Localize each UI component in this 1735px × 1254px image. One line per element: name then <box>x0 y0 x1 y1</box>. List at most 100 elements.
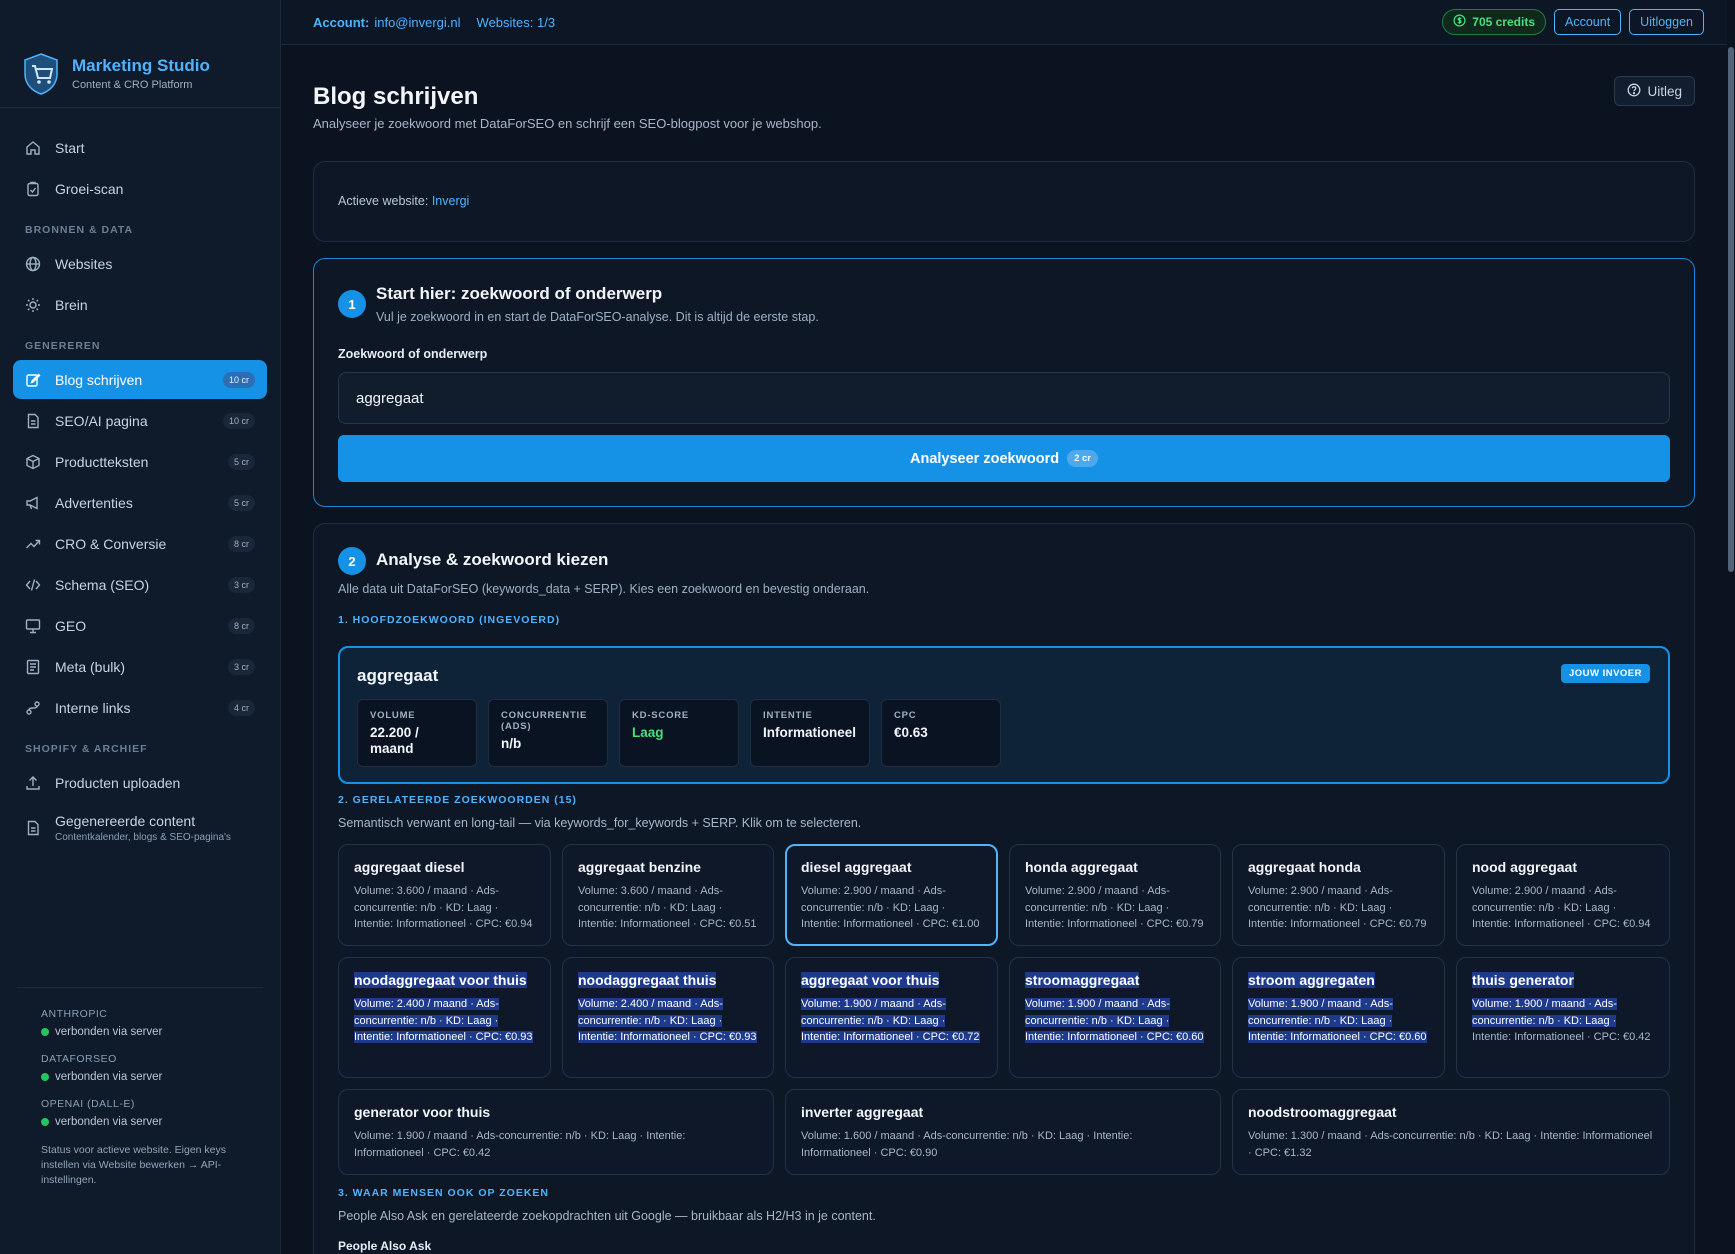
metric-label: CONCURRENTIE (ADS) <box>501 710 588 732</box>
credit-badge: 8 cr <box>227 535 255 552</box>
keyword-title: noodaggregaat thuis <box>578 971 758 990</box>
sidebar-item-geo[interactable]: GEO 8 cr <box>13 606 267 645</box>
sidebar-item-sublabel: Contentkalender, blogs & SEO-pagina's <box>55 832 231 843</box>
related-keyword-card[interactable]: aggregaat voor thuis Volume: 1.900 / maa… <box>785 957 998 1078</box>
sidebar-item-advertenties[interactable]: Advertenties 5 cr <box>13 483 267 522</box>
metric-value: Informationeel <box>763 725 857 740</box>
step1-title: Start hier: zoekwoord of onderwerp <box>376 284 663 303</box>
keyword-details: Volume: 2.900 / maand · Ads-concurrentie… <box>1472 885 1651 930</box>
sidebar-item-websites[interactable]: Websites <box>13 244 267 283</box>
sidebar-item-meta-bulk[interactable]: Meta (bulk) 3 cr <box>13 647 267 686</box>
keyword-title: stroom aggregaten <box>1248 971 1429 990</box>
sidebar-item-producten-uploaden[interactable]: Producten uploaden <box>13 763 267 802</box>
list-document-icon <box>25 659 41 675</box>
scrollbar-thumb[interactable] <box>1728 47 1734 572</box>
status-dot-icon <box>41 1118 49 1126</box>
sidebar-item-interne-links[interactable]: Interne links 4 cr <box>13 688 267 727</box>
logout-button[interactable]: Uitloggen <box>1629 9 1704 35</box>
related-keyword-card[interactable]: inverter aggregaat Volume: 1.600 / maand… <box>785 1089 1221 1175</box>
related-keyword-card[interactable]: noodstroomaggregaat Volume: 1.300 / maan… <box>1232 1089 1670 1175</box>
related-keyword-card-selected[interactable]: diesel aggregaat Volume: 2.900 / maand ·… <box>785 844 998 946</box>
sidebar-item-label: Websites <box>55 255 113 272</box>
step1-number: 1 <box>338 290 366 318</box>
keyword-title: stroomaggregaat <box>1025 971 1205 990</box>
api-status-panel: ANTHROPIC verbonden via server DATAFORSE… <box>17 987 263 1188</box>
related-keyword-card[interactable]: aggregaat benzine Volume: 3.600 / maand … <box>562 844 774 946</box>
brand[interactable]: Marketing Studio Content & CRO Platform <box>0 0 280 108</box>
page-scrollbar[interactable] <box>1727 45 1735 1254</box>
sidebar-item-label: Producten uploaden <box>55 774 181 791</box>
credits-badge[interactable]: 705 credits <box>1442 9 1546 35</box>
lightbulb-icon <box>25 297 41 313</box>
sidebar-item-schema-seo[interactable]: Schema (SEO) 3 cr <box>13 565 267 604</box>
sidebar-item-cro-conversie[interactable]: CRO & Conversie 8 cr <box>13 524 267 563</box>
sidebar-item-seo-ai-pagina[interactable]: SEO/AI pagina 10 cr <box>13 401 267 440</box>
document-icon <box>25 413 41 429</box>
keyword-title: thuis generator <box>1472 971 1654 990</box>
sidebar-item-brein[interactable]: Brein <box>13 285 267 324</box>
analyse-keyword-button[interactable]: Analyseer zoekwoord 2 cr <box>338 435 1670 482</box>
your-input-tag: JOUW INVOER <box>1560 664 1650 683</box>
keyword-details: Volume: 3.600 / maand · Ads-concurrentie… <box>578 885 757 930</box>
related-keyword-card[interactable]: thuis generator Volume: 1.900 / maand · … <box>1456 957 1670 1078</box>
help-circle-icon <box>1627 83 1641 100</box>
credit-badge: 5 cr <box>227 453 255 470</box>
help-button[interactable]: Uitleg <box>1614 76 1695 106</box>
globe-icon <box>25 256 41 272</box>
related-keyword-card[interactable]: generator voor thuis Volume: 1.900 / maa… <box>338 1089 774 1175</box>
account-button[interactable]: Account <box>1554 9 1622 35</box>
sidebar-item-productteksten[interactable]: Productteksten 5 cr <box>13 442 267 481</box>
metric-value: Laag <box>632 725 664 740</box>
topbar-actions: 705 credits Account Uitloggen <box>1442 9 1704 35</box>
active-website-card: Actieve website: Invergi <box>313 161 1695 242</box>
metric-label: CPC <box>894 710 917 721</box>
keyword-title-text: noodaggregaat voor thuis <box>354 972 527 988</box>
keyword-input[interactable]: aggregaat <box>338 372 1670 424</box>
metric-label: VOLUME <box>370 710 416 721</box>
keyword-title: aggregaat honda <box>1248 859 1361 875</box>
status-row-anthropic: verbonden via server <box>41 1026 263 1038</box>
keyword-title: generator voor thuis <box>354 1104 491 1120</box>
metric-intent: INTENTIE Informationeel <box>750 699 870 767</box>
sidebar-item-label: Advertenties <box>55 494 133 511</box>
credit-badge: 3 cr <box>227 658 255 675</box>
section-genereren: GENEREREN <box>25 340 101 352</box>
topbar: Account: info@invergi.nl Websites: 1/3 7… <box>282 0 1727 45</box>
related-keyword-card[interactable]: noodaggregaat voor thuis Volume: 2.400 /… <box>338 957 551 1078</box>
keyword-details-text: Volume: 1.900 / maand · Ads-concurrentie… <box>801 998 980 1043</box>
status-row-dataforseo: verbonden via server <box>41 1071 263 1083</box>
keyword-title-text: stroomaggregaat <box>1025 972 1140 988</box>
status-row-openai: verbonden via server <box>41 1116 263 1128</box>
brand-name: Marketing Studio <box>72 56 210 75</box>
keyword-details: Volume: 1.900 / maand · Ads-concurrentie… <box>1248 996 1429 1046</box>
sidebar-item-gegenereerde-content[interactable]: Gegenereerde content Contentkalender, bl… <box>13 804 267 852</box>
related-keyword-card[interactable]: stroomaggregaat Volume: 1.900 / maand · … <box>1009 957 1221 1078</box>
credit-badge: 10 cr <box>222 412 255 429</box>
account-email: info@invergi.nl <box>374 14 461 30</box>
status-label-openai: OPENAI (DALL-E) <box>41 1098 135 1110</box>
active-website-link[interactable]: Invergi <box>432 194 470 208</box>
main-keyword-card[interactable]: aggregaat JOUW INVOER VOLUME 22.200 / ma… <box>338 646 1670 784</box>
related-keyword-card[interactable]: aggregaat diesel Volume: 3.600 / maand ·… <box>338 844 551 946</box>
help-button-label: Uitleg <box>1647 83 1682 99</box>
sidebar-item-label: Schema (SEO) <box>55 576 150 593</box>
related-keyword-card[interactable]: noodaggregaat thuis Volume: 2.400 / maan… <box>562 957 774 1078</box>
related-keyword-card[interactable]: honda aggregaat Volume: 2.900 / maand · … <box>1009 844 1221 946</box>
sidebar-item-label: CRO & Conversie <box>55 535 167 552</box>
related-keyword-card[interactable]: nood aggregaat Volume: 2.900 / maand · A… <box>1456 844 1670 946</box>
metric-value: n/b <box>501 736 522 751</box>
keyword-title: aggregaat voor thuis <box>801 971 982 990</box>
related-keyword-card[interactable]: stroom aggregaten Volume: 1.900 / maand … <box>1232 957 1445 1078</box>
sidebar-item-groei-scan[interactable]: Groei-scan <box>13 169 267 208</box>
sidebar-item-label: Brein <box>55 296 88 313</box>
keyword-details-text: Volume: 2.400 / maand · Ads-concurrentie… <box>354 998 533 1043</box>
keyword-title-text: noodaggregaat thuis <box>578 972 717 988</box>
credit-badge: 3 cr <box>227 576 255 593</box>
related-keyword-card[interactable]: aggregaat honda Volume: 2.900 / maand · … <box>1232 844 1445 946</box>
sidebar-item-blog-schrijven[interactable]: Blog schrijven 10 cr <box>13 360 267 399</box>
sidebar-item-start[interactable]: Start <box>13 128 267 167</box>
metric-label: KD-SCORE <box>632 710 690 721</box>
document-icon <box>25 820 41 836</box>
analyse-button-label: Analyseer zoekwoord <box>910 450 1060 467</box>
page-subtitle: Analyseer je zoekwoord met DataForSEO en… <box>313 116 822 131</box>
